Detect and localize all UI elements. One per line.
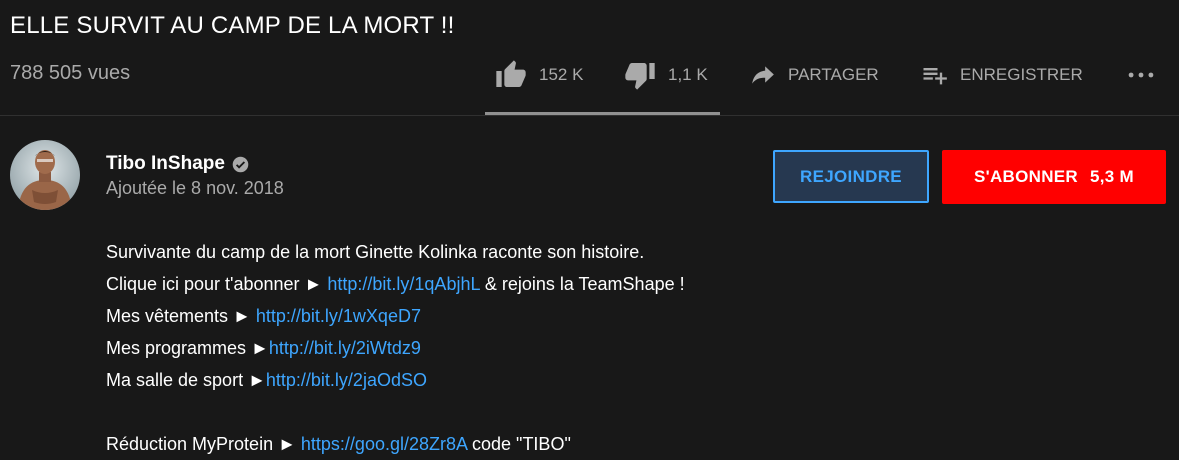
thumbs-down-icon [625, 63, 655, 90]
description-line: Mes programmes ►http://bit.ly/2iWtdz9 [106, 332, 685, 364]
playlist-add-icon [923, 68, 947, 85]
description-line: Survivante du camp de la mort Ginette Ko… [106, 236, 685, 268]
like-count: 152 K [539, 65, 584, 84]
divider [0, 115, 1179, 116]
description-line: Clique ici pour t'abonner ► http://bit.l… [106, 268, 685, 300]
share-button[interactable]: PARTAGER [750, 50, 879, 100]
description-text: Survivante du camp de la mort Ginette Ko… [106, 242, 645, 262]
description-text: Mes vêtements ► [106, 306, 256, 326]
description-line: Réduction MyProtein ► https://goo.gl/28Z… [106, 428, 685, 460]
more-horizontal-icon [1128, 72, 1154, 78]
dislike-button[interactable]: 1,1 K [624, 50, 708, 100]
save-button[interactable]: ENREGISTRER [920, 50, 1083, 100]
description-line: Ma salle de sport ►http://bit.ly/2jaOdSO [106, 364, 685, 396]
share-label: PARTAGER [788, 65, 879, 84]
dislike-count: 1,1 K [668, 65, 708, 84]
gym-link[interactable]: http://bit.ly/2jaOdSO [266, 370, 427, 390]
subscriber-count: 5,3 M [1090, 167, 1135, 186]
description-text: Clique ici pour t'abonner ► [106, 274, 328, 294]
clothing-link[interactable]: http://bit.ly/1wXqeD7 [256, 306, 421, 326]
channel-avatar[interactable] [10, 140, 80, 210]
share-icon [752, 66, 774, 84]
more-actions-button[interactable] [1124, 50, 1158, 100]
join-button[interactable]: REJOINDRE [773, 150, 929, 203]
subscribe-button[interactable]: S'ABONNER 5,3 M [942, 150, 1166, 204]
programs-link[interactable]: http://bit.ly/2iWtdz9 [269, 338, 421, 358]
subscribe-link[interactable]: http://bit.ly/1qAbjhL [327, 274, 479, 294]
like-button[interactable]: 152 K [495, 50, 583, 100]
description-text: Réduction MyProtein ► [106, 434, 301, 454]
video-description: Survivante du camp de la mort Ginette Ko… [106, 236, 685, 460]
channel-name[interactable]: Tibo InShape [106, 153, 225, 175]
myprotein-link[interactable]: https://goo.gl/28Zr8A [301, 434, 467, 454]
description-text: & rejoins la TeamShape ! [479, 274, 685, 294]
subscribe-label: S'ABONNER [973, 167, 1078, 186]
video-actions: 152 K 1,1 K PARTAGER ENREGISTRER [0, 50, 1179, 100]
verified-badge-icon [232, 156, 249, 173]
description-text: code "TIBO" [467, 434, 571, 454]
channel-name-row: Tibo InShape [106, 153, 249, 175]
save-label: ENREGISTRER [960, 65, 1083, 84]
video-title: ELLE SURVIT AU CAMP DE LA MORT !! [10, 12, 455, 39]
publish-date: Ajoutée le 8 nov. 2018 [106, 178, 284, 198]
description-text: Ma salle de sport ► [106, 370, 266, 390]
avatar-image [10, 140, 80, 210]
thumbs-up-icon [496, 60, 526, 87]
description-line: Mes vêtements ► http://bit.ly/1wXqeD7 [106, 300, 685, 332]
description-text: Mes programmes ► [106, 338, 269, 358]
